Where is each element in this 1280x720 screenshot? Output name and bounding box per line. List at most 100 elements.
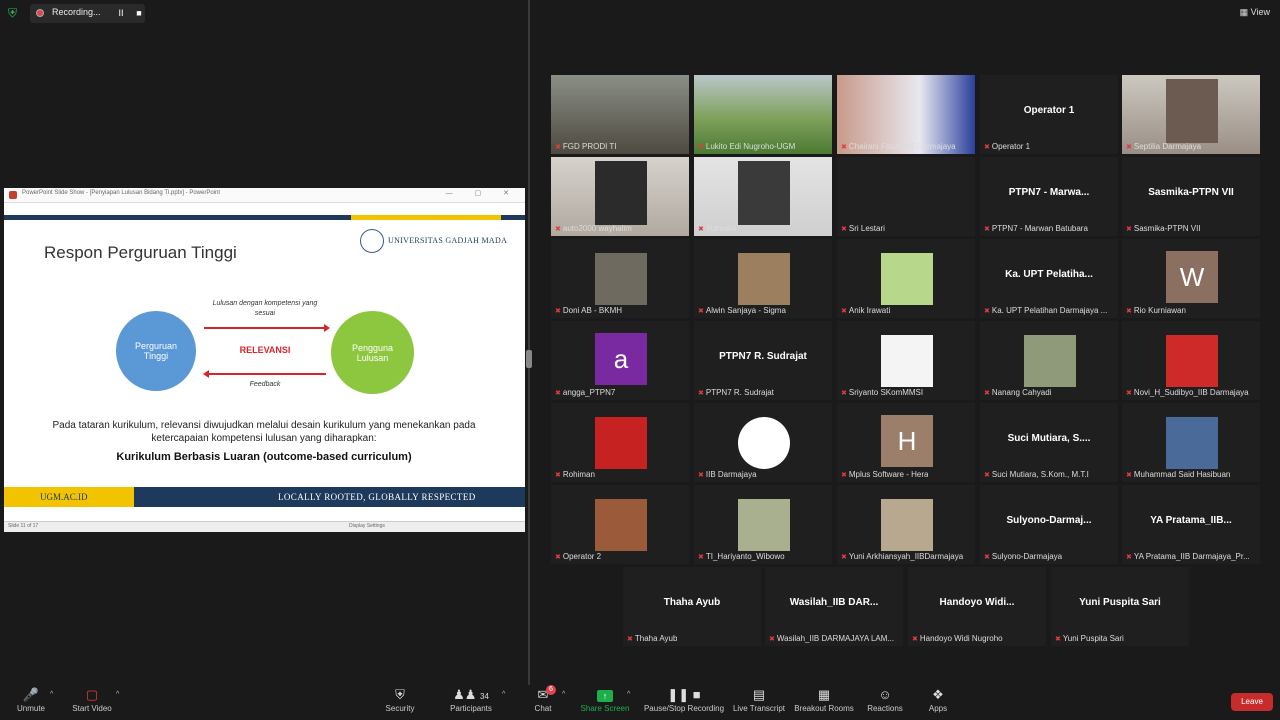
participant-tile[interactable]: YA Pratama_IIB... ✖ YA Pratama_IIB Darmaja…: [1122, 485, 1260, 564]
slide-top-accent: [351, 215, 501, 220]
participant-name: ✖ Wasilah_IIB DARMAJAYA LAM...: [769, 634, 894, 643]
participant-name-text: Novi_H_Sudibyo_IIB Darmajaya: [1133, 388, 1249, 397]
participant-name-text: Mplus Software - Hera: [848, 470, 929, 479]
participant-name: ✖ Suci Mutiara, S.Kom., M.T.I: [984, 470, 1089, 479]
powerpoint-icon: [9, 191, 17, 199]
participant-tile[interactable]: ✖ Anik Irawati: [837, 239, 975, 318]
participant-name: ✖ PTPN7 R. Sudrajat: [698, 388, 774, 397]
reactions-button[interactable]: ☺ Reactions: [866, 687, 904, 713]
pause-recording-button[interactable]: II: [114, 6, 128, 20]
participant-display-name: PTPN7 R. Sudrajat: [719, 351, 807, 362]
participant-tile[interactable]: ✖ Septilia Darmajaya: [1122, 75, 1260, 154]
participant-photo: [595, 499, 647, 551]
participants-icon: ♟♟ 34: [453, 687, 489, 702]
arrow-right-icon: [204, 324, 330, 332]
participant-tile[interactable]: ✖ Muhammad Said Hasibuan: [1122, 403, 1260, 482]
participant-tile[interactable]: Sasmika-PTPN VII ✖ Sasmika-PTPN VII: [1122, 157, 1260, 236]
share-chevron-icon[interactable]: ^: [627, 691, 630, 698]
reactions-label: Reactions: [867, 704, 903, 713]
apps-icon: ❖: [932, 687, 944, 702]
participant-photo: [881, 253, 933, 305]
participant-tile[interactable]: PTPN7 R. Sudrajat ✖ PTPN7 R. Sudrajat: [694, 321, 832, 400]
chat-chevron-icon[interactable]: ^: [562, 691, 565, 698]
video-options-chevron-icon[interactable]: ^: [116, 691, 119, 698]
participant-name-text: TI_Hariyanto_Wibowo: [705, 552, 785, 561]
participant-name-text: Yuni Puspita Sari: [1062, 634, 1124, 643]
participant-tile[interactable]: ✖ IIB Darmajaya: [694, 403, 832, 482]
leave-button[interactable]: Leave: [1231, 693, 1273, 711]
mic-muted-icon: ✖: [698, 554, 704, 561]
smiley-icon: ☺: [878, 687, 892, 702]
mic-muted-icon: ✖: [912, 636, 918, 643]
participant-photo: [738, 417, 790, 469]
participant-tile[interactable]: ✖ TI_Hariyanto_Wibowo: [694, 485, 832, 564]
security-button[interactable]: ⛨ Security: [382, 687, 418, 713]
unmute-button[interactable]: 🎤 Unmute: [14, 687, 48, 713]
participant-photo: [738, 253, 790, 305]
participant-name: ✖ YA Pratama_IIB Darmajaya_Pr...: [1126, 552, 1250, 561]
circle-pengguna-lulusan: Pengguna Lulusan: [331, 311, 414, 394]
participant-tile[interactable]: H ✖ Mplus Software - Hera: [837, 403, 975, 482]
breakout-rooms-button[interactable]: ▦ Breakout Rooms: [793, 687, 855, 713]
circle-perguruan-tinggi: Perguruan Tinggi: [116, 311, 196, 391]
mic-muted-icon: ✖: [1126, 554, 1132, 561]
pause-stop-icon: ❚❚ ■: [667, 687, 701, 702]
mic-muted-icon: ✖: [841, 144, 847, 151]
participant-tile[interactable]: ✖ Nanang Cahyadi: [980, 321, 1118, 400]
participant-tile[interactable]: Thaha Ayub ✖ Thaha Ayub: [623, 567, 761, 646]
participant-tile[interactable]: ✖ Novi_H_Sudibyo_IIB Darmajaya: [1122, 321, 1260, 400]
meeting-toolbar: 🎤 Unmute ^ ▢ Start Video ^ ⛨ Security ♟♟ 34…: [0, 685, 1280, 720]
participant-display-name: Handoyo Widi...: [939, 597, 1015, 608]
participant-tile[interactable]: ✖ Doni AB - BKMH: [551, 239, 689, 318]
participant-tile[interactable]: Sulyono-Darmaj... ✖ Sulyono-Darmajaya: [980, 485, 1118, 564]
participant-name-text: Sulyono-Darmajaya: [991, 552, 1063, 561]
participants-chevron-icon[interactable]: ^: [502, 691, 505, 698]
participant-tile[interactable]: ✖ Sriyanto SKomMMSI: [837, 321, 975, 400]
participant-name: ✖ Mplus Software - Hera: [841, 470, 928, 479]
participant-tile[interactable]: ✖ FGD PRODI TI: [551, 75, 689, 154]
participant-tile[interactable]: ✖ Sri Lestari: [837, 157, 975, 236]
participant-tile[interactable]: a ✖ angga_PTPN7: [551, 321, 689, 400]
participant-tile[interactable]: Operator 1 ✖ Operator 1: [980, 75, 1118, 154]
start-video-button[interactable]: ▢ Start Video: [70, 687, 114, 713]
shield-icon: ⛨: [395, 687, 405, 702]
participant-name-text: Operator 2: [562, 552, 602, 561]
participant-tile[interactable]: ✖ auto2000 wayhalim: [551, 157, 689, 236]
participant-tile[interactable]: W ✖ Rio Kurniawan: [1122, 239, 1260, 318]
live-transcript-button[interactable]: ▤ Live Transcript: [732, 687, 786, 713]
participant-name: ✖ Yulmaini: [698, 224, 736, 233]
mic-muted-icon: ✖: [984, 554, 990, 561]
participant-tile[interactable]: Wasilah_IIB DAR... ✖ Wasilah_IIB DARMAJAYA…: [765, 567, 903, 646]
participant-tile[interactable]: ✖ Alwin Sanjaya - Sigma: [694, 239, 832, 318]
participant-tile[interactable]: ✖ Yuni Arkhiansyah_IIBDarmajaya: [837, 485, 975, 564]
display-settings-button[interactable]: Display Settings: [349, 523, 385, 529]
participant-tile[interactable]: PTPN7 - Marwa... ✖ PTPN7 - Marwan Batubara: [980, 157, 1118, 236]
chat-label: Chat: [534, 704, 552, 713]
participant-name: ✖ Rio Kurniawan: [1126, 306, 1186, 315]
apps-button[interactable]: ❖ Apps: [925, 687, 951, 713]
participant-name-text: Rio Kurniawan: [1133, 306, 1186, 315]
participants-button[interactable]: ♟♟ 34 Participants: [446, 687, 496, 713]
participant-tile[interactable]: Yuni Puspita Sari ✖ Yuni Puspita Sari: [1051, 567, 1189, 646]
participant-tile[interactable]: ✖ Yulmaini: [694, 157, 832, 236]
participant-name: ✖ Sriyanto SKomMMSI: [841, 388, 923, 397]
participant-tile[interactable]: ✖ Rohiman: [551, 403, 689, 482]
pause-stop-recording-button[interactable]: ❚❚ ■ Pause/Stop Recording: [643, 687, 725, 713]
participant-name-text: Thaha Ayub: [634, 634, 678, 643]
participant-tile[interactable]: ✖ Lukito Edi Nugroho-UGM: [694, 75, 832, 154]
participant-tile[interactable]: ✖ Chairani Fauzi_IIB Darmajaya: [837, 75, 975, 154]
audio-options-chevron-icon[interactable]: ^: [50, 691, 53, 698]
participant-tile[interactable]: Ka. UPT Pelatiha... ✖ Ka. UPT Pelatihan Da…: [980, 239, 1118, 318]
participant-display-name: Wasilah_IIB DAR...: [789, 597, 879, 608]
share-screen-button[interactable]: ↑ Share Screen: [580, 687, 630, 713]
stop-recording-button[interactable]: ■: [132, 6, 146, 20]
participant-tile[interactable]: Handoyo Widi... ✖ Handoyo Widi Nugroho: [908, 567, 1046, 646]
shield-icon[interactable]: ⛨: [8, 6, 20, 20]
mic-muted-icon: ✖: [841, 390, 847, 397]
split-handle[interactable]: [526, 350, 532, 368]
participant-photo: [738, 499, 790, 551]
participant-tile[interactable]: ✖ Operator 2: [551, 485, 689, 564]
participant-tile[interactable]: Suci Mutiara, S.... ✖ Suci Mutiara, S.Kom.…: [980, 403, 1118, 482]
view-button[interactable]: ▦ View: [1240, 7, 1270, 18]
mic-muted-icon: ✖: [555, 144, 561, 151]
